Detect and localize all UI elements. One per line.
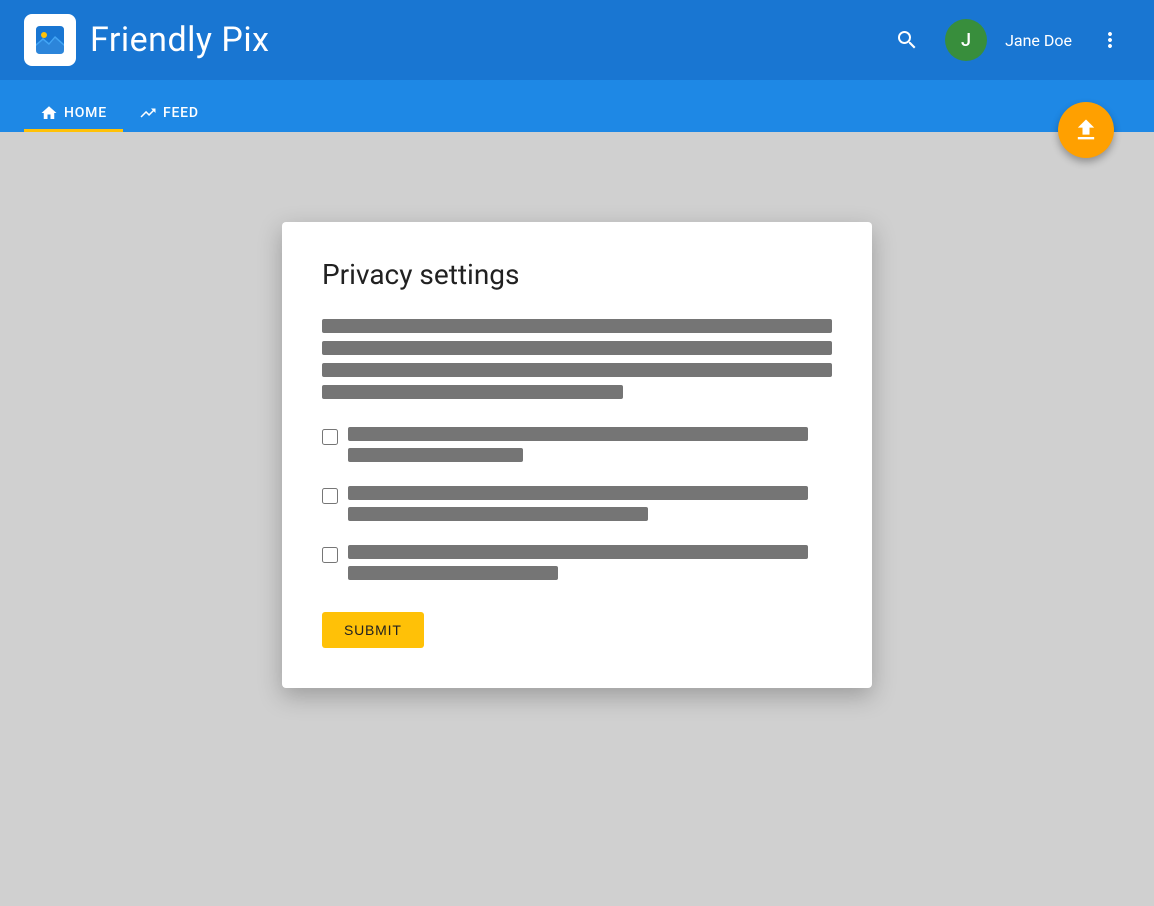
checkbox-option-1 (322, 427, 832, 462)
checkbox-2-text (348, 486, 808, 521)
checkbox-3[interactable] (322, 547, 338, 563)
nav-tab-home[interactable]: HOME (24, 104, 123, 132)
app-title: Friendly Pix (90, 20, 270, 60)
cb1-line2 (348, 448, 523, 462)
avatar: J (945, 19, 987, 61)
dialog-description (322, 319, 832, 399)
nav-tab-feed[interactable]: FEED (123, 104, 215, 132)
checkbox-1[interactable] (322, 429, 338, 445)
cb2-line1 (348, 486, 808, 500)
feed-tab-label: FEED (163, 105, 199, 121)
checkbox-option-3 (322, 545, 832, 580)
upload-fab[interactable] (1058, 102, 1114, 158)
cb3-line2 (348, 566, 558, 580)
cb2-line2 (348, 507, 648, 521)
top-bar: Friendly Pix J Jane Doe (0, 0, 1154, 80)
more-menu-button[interactable] (1090, 20, 1130, 60)
dialog-title: Privacy settings (322, 258, 832, 291)
privacy-settings-dialog: Privacy settings (282, 222, 872, 688)
top-bar-right: J Jane Doe (887, 19, 1130, 61)
checkbox-option-2 (322, 486, 832, 521)
desc-line-3 (322, 363, 832, 377)
home-tab-label: HOME (64, 105, 107, 121)
desc-line-1 (322, 319, 832, 333)
brand: Friendly Pix (24, 14, 270, 66)
cb3-line1 (348, 545, 808, 559)
checkbox-2[interactable] (322, 488, 338, 504)
checkbox-3-text (348, 545, 808, 580)
main-content: Privacy settings (0, 132, 1154, 906)
cb1-line1 (348, 427, 808, 441)
desc-line-4 (322, 385, 623, 399)
desc-line-2 (322, 341, 832, 355)
checkbox-1-text (348, 427, 808, 462)
search-button[interactable] (887, 20, 927, 60)
secondary-nav: HOME FEED (0, 80, 1154, 132)
logo-icon (24, 14, 76, 66)
submit-button[interactable]: SUBMIT (322, 612, 424, 648)
user-name: Jane Doe (1005, 31, 1072, 50)
